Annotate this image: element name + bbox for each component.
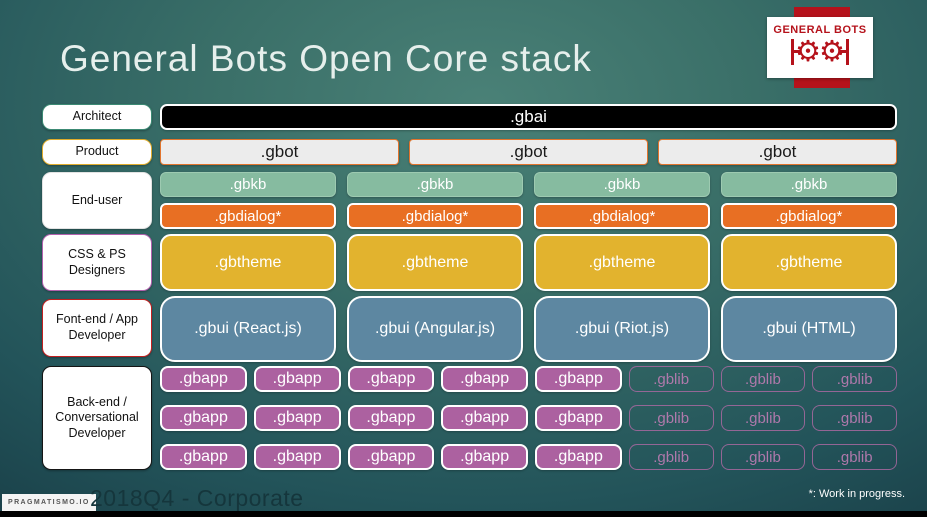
gbapp-box: .gbapp [441,366,528,392]
gblib-box: .gblib [720,405,806,431]
gbapp-box: .gbapp [441,405,528,431]
gblib-box: .gblib [628,444,714,470]
gbapp-box: .gbapp [253,366,341,392]
gbui-riot-box: .gbui (Riot.js) [534,296,710,362]
label-end-user: End-user [42,172,152,229]
gblib-box: .gblib [812,405,897,431]
gblib-box: .gblib [720,444,806,470]
gbai-box: .gbai [160,104,897,130]
gear-post-icon [791,39,801,65]
gbkb-box: .gbkb [721,172,897,197]
gbui-row: .gbui (React.js) .gbui (Angular.js) .gbu… [160,296,897,362]
slide-title: General Bots Open Core stack [60,38,592,79]
gbot-box: .gbot [160,139,399,165]
gbapp-row-3: .gbapp .gbapp .gbapp .gbapp .gbapp .gbli… [160,444,897,470]
gbapp-box: .gbapp [160,405,247,431]
gbui-html-box: .gbui (HTML) [721,296,897,362]
gbdialog-box: .gbdialog* [347,203,523,229]
gbtheme-row: .gbtheme .gbtheme .gbtheme .gbtheme [160,234,897,291]
gbapp-box: .gbapp [441,444,528,470]
gbapp-box: .gbapp [347,444,435,470]
gbapp-box: .gbapp [253,405,341,431]
gbot-row: .gbot .gbot .gbot [160,139,897,165]
general-bots-logo: GENERAL BOTS ⚙ ⚙ [767,17,873,78]
pragmatismo-watermark: PRAGMATISMO.IO [2,494,96,511]
gbapp-box: .gbapp [253,444,341,470]
gbot-box: .gbot [658,139,897,165]
gblib-box: .gblib [720,366,806,392]
gbkb-box: .gbkb [347,172,523,197]
label-css-ps-designers: CSS & PS Designers [42,234,152,291]
label-product: Product [42,139,152,165]
label-backend-conversational-developer: Back-end / Conversational Developer [42,366,152,470]
gbdialog-box: .gbdialog* [534,203,710,229]
gbui-angular-box: .gbui (Angular.js) [347,296,523,362]
gear-post-icon [839,39,849,65]
gbai-row: .gbai [160,104,897,130]
gbdialog-box: .gbdialog* [721,203,897,229]
gbapp-box: .gbapp [347,405,435,431]
gblib-box: .gblib [812,444,897,470]
work-in-progress-note: *: Work in progress. [808,488,905,500]
gbapp-box: .gbapp [535,366,622,392]
gbkb-box: .gbkb [160,172,336,197]
gbapp-row-2: .gbapp .gbapp .gbapp .gbapp .gbapp .gbli… [160,405,897,431]
gbtheme-box: .gbtheme [160,234,336,291]
gbapp-box: .gbapp [535,444,622,470]
bottom-strip [0,511,927,517]
gbapp-box: .gbapp [535,405,622,431]
gblib-box: .gblib [628,405,714,431]
gbtheme-box: .gbtheme [721,234,897,291]
gbapp-row-1: .gbapp .gbapp .gbapp .gbapp .gbapp .gbli… [160,366,897,392]
logo-gears-icon: ⚙ ⚙ [791,34,849,70]
gbdialog-box: .gbdialog* [160,203,336,229]
gbapp-box: .gbapp [160,444,247,470]
gbot-box: .gbot [409,139,648,165]
gblib-box: .gblib [812,366,897,392]
gblib-box: .gblib [628,366,714,392]
gbtheme-box: .gbtheme [534,234,710,291]
gbapp-box: .gbapp [347,366,435,392]
gbtheme-box: .gbtheme [347,234,523,291]
gbui-react-box: .gbui (React.js) [160,296,336,362]
gbdialog-row: .gbdialog* .gbdialog* .gbdialog* .gbdial… [160,203,897,229]
slide: General Bots Open Core stack GENERAL BOT… [0,0,927,517]
gbkb-row: .gbkb .gbkb .gbkb .gbkb [160,172,897,197]
gbkb-box: .gbkb [534,172,710,197]
footer-date-text: 2018Q4 - Corporate [90,485,304,511]
label-frontend-app-developer: Font-end / App Developer [42,299,152,357]
label-architect: Architect [42,104,152,130]
gbapp-box: .gbapp [160,366,247,392]
